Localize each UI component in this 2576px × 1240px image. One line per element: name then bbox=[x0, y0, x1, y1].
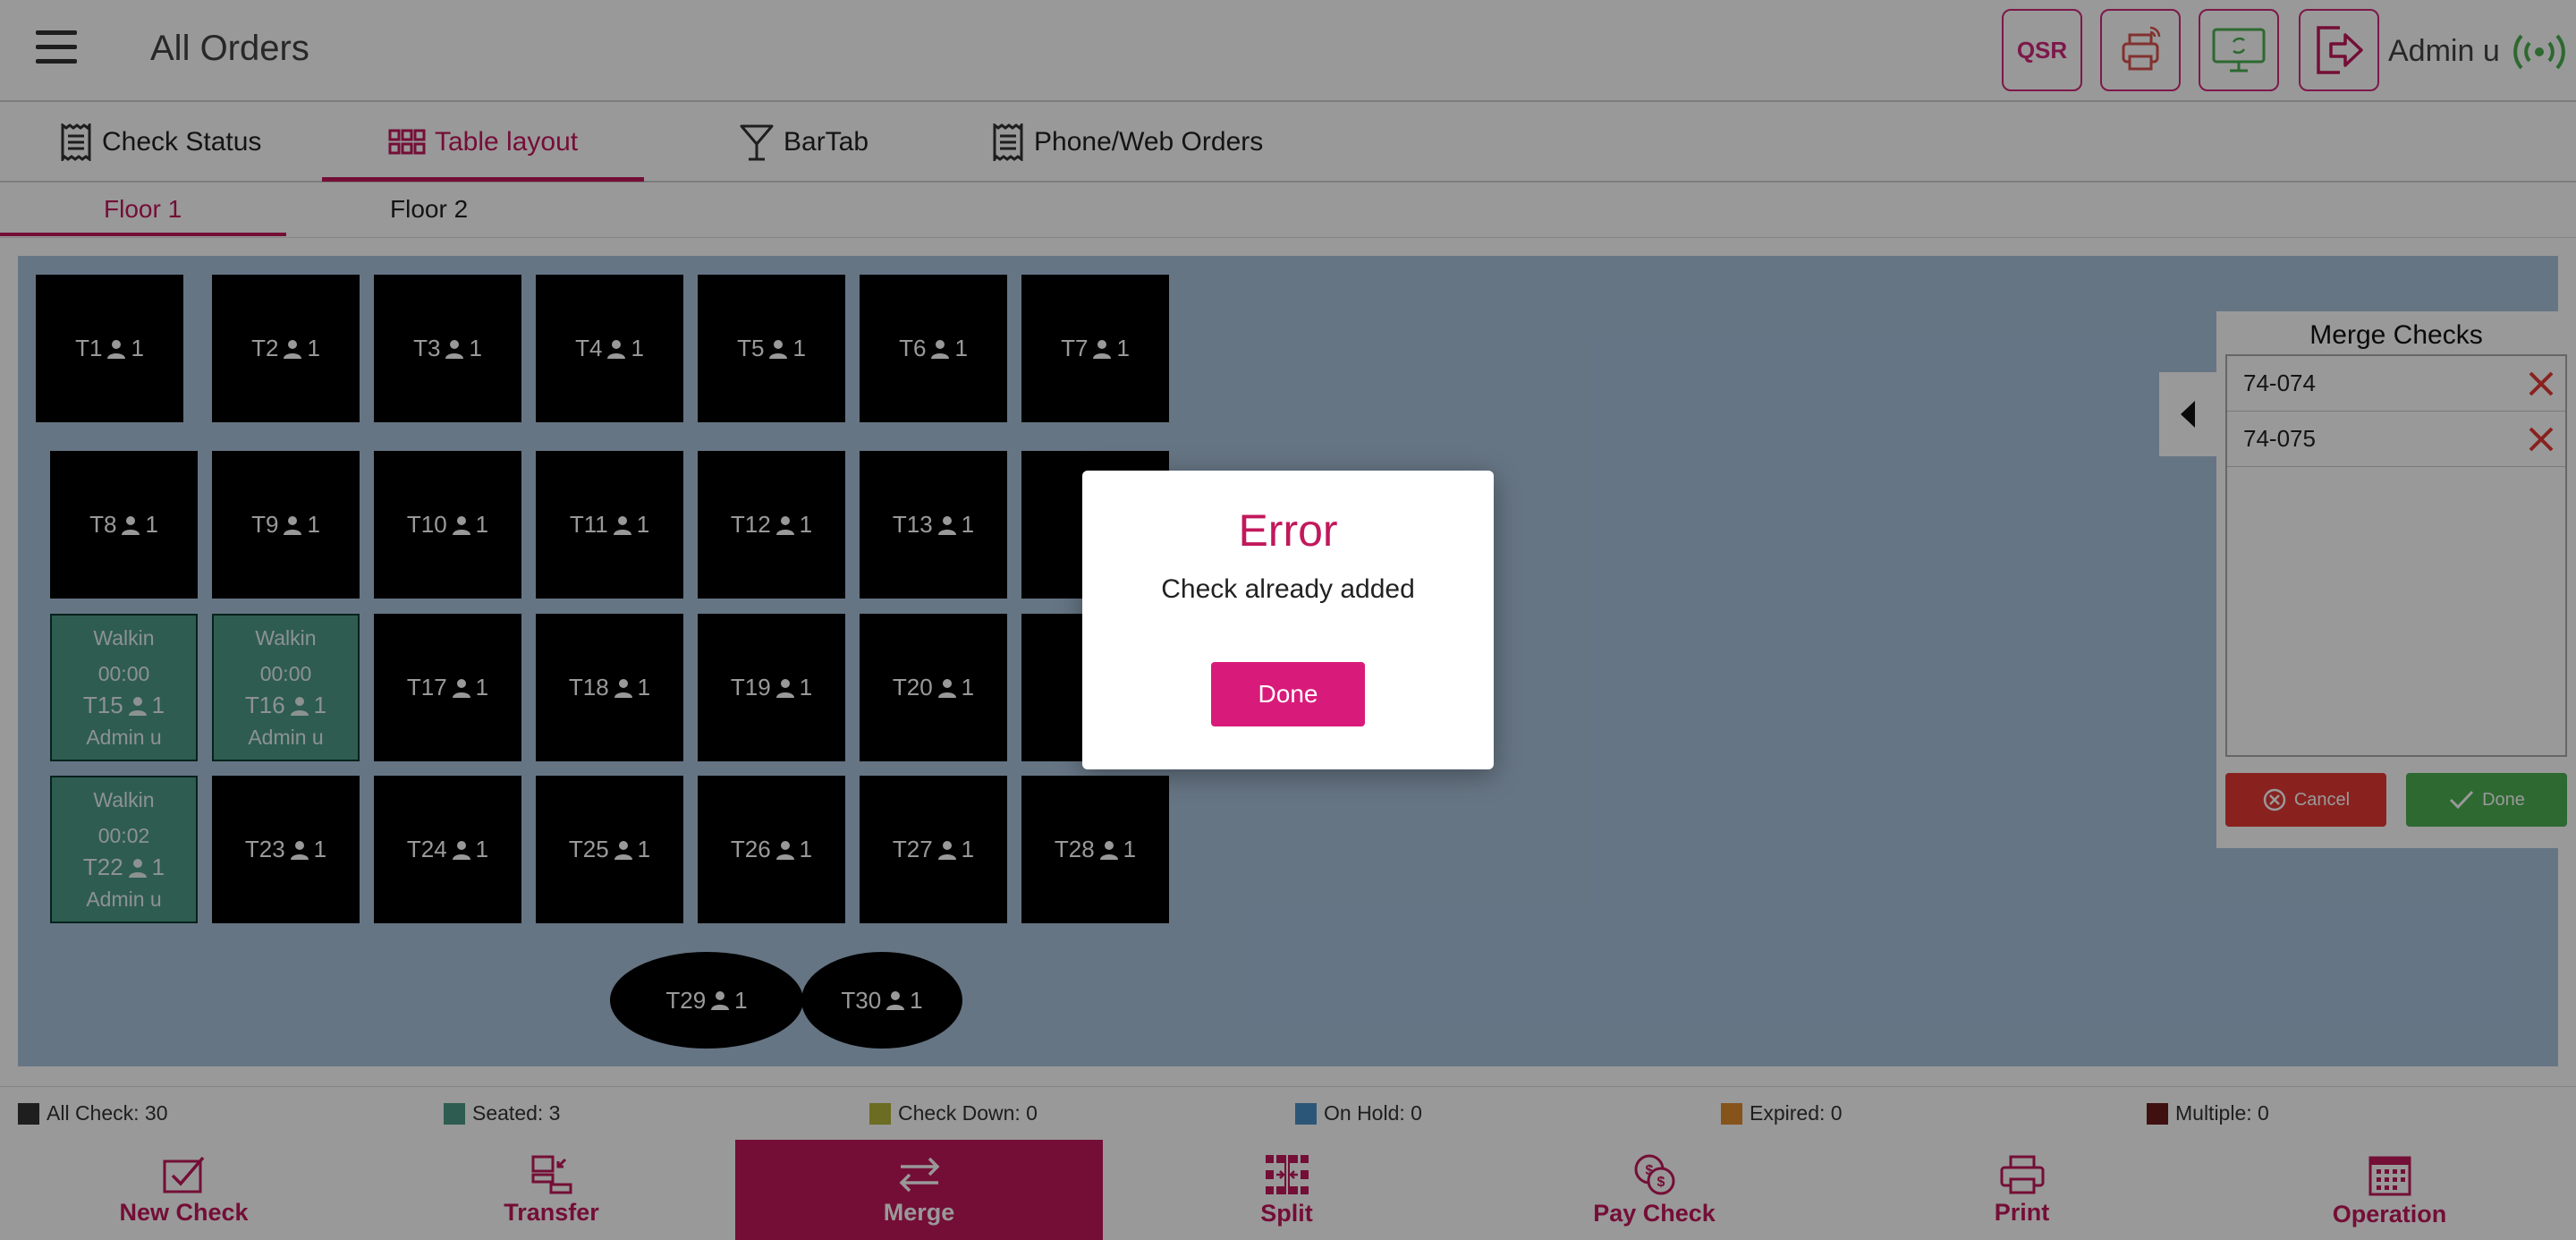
error-message: Check already added bbox=[1161, 574, 1415, 604]
error-done-button[interactable]: Done bbox=[1211, 662, 1365, 726]
error-dialog: Error Check already added Done bbox=[1082, 471, 1494, 769]
error-title: Error bbox=[1238, 505, 1338, 556]
